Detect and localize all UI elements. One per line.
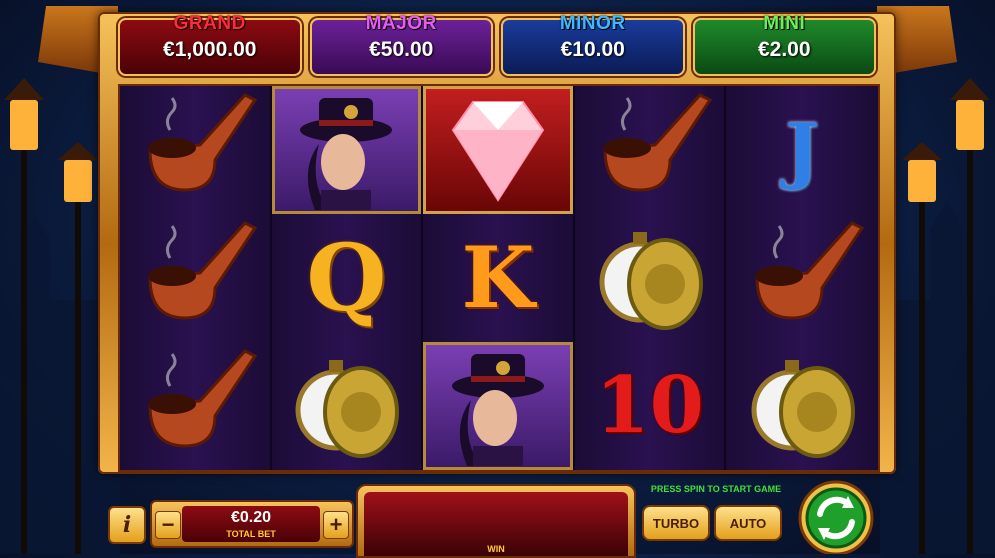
jackpot-major: MAJOR €50.00 bbox=[309, 13, 493, 76]
lady-icon bbox=[300, 98, 393, 210]
jackpot-minor: MINOR €10.00 bbox=[501, 13, 685, 76]
pipe-icon bbox=[147, 93, 257, 192]
symbol-pipe bbox=[575, 86, 725, 214]
jackpot-minor-value: €10.00 bbox=[560, 38, 625, 61]
pipe-icon bbox=[755, 221, 865, 320]
jackpot-grand-title: GRAND bbox=[173, 13, 246, 34]
symbol-j: J bbox=[726, 86, 878, 214]
symbol-ten: 10 bbox=[575, 342, 725, 470]
letter-ten: 10 bbox=[595, 360, 704, 451]
reel-3: K bbox=[423, 86, 575, 470]
pipe-icon bbox=[147, 349, 257, 448]
reel-1 bbox=[120, 86, 272, 470]
pipe-icon bbox=[602, 93, 712, 192]
jackpot-major-title: MAJOR bbox=[365, 13, 437, 34]
total-bet-label: TOTAL BET bbox=[226, 529, 276, 539]
pocket-watch-icon bbox=[295, 360, 400, 458]
jackpot-mini: MINI €2.00 bbox=[692, 13, 876, 76]
symbol-pocket-watch bbox=[726, 342, 878, 470]
jackpot-major-value: €50.00 bbox=[369, 38, 434, 61]
symbol-pipe bbox=[120, 86, 270, 214]
jackpot-grand: GRAND €1,000.00 bbox=[118, 13, 302, 76]
symbol-pipe bbox=[120, 342, 270, 470]
jackpot-mini-title: MINI bbox=[763, 13, 806, 34]
letter-q: Q bbox=[306, 224, 387, 332]
jackpot-grand-value: €1,000.00 bbox=[163, 38, 257, 61]
lady-icon bbox=[451, 354, 544, 466]
info-button[interactable]: i bbox=[108, 506, 146, 544]
bet-panel: − €0.20 TOTAL BET + bbox=[150, 500, 354, 548]
jackpot-bar: GRAND €1,000.00 MAJOR €50.00 MINOR €10.0… bbox=[118, 13, 876, 76]
jackpot-mini-value: €2.00 bbox=[757, 38, 811, 61]
autoplay-button[interactable]: AUTO bbox=[714, 505, 782, 541]
win-display: WIN bbox=[364, 492, 628, 556]
pipe-icon bbox=[147, 221, 257, 320]
jackpot-minor-title: MINOR bbox=[559, 13, 626, 34]
decrease-bet-button[interactable]: − bbox=[155, 511, 181, 539]
win-label: WIN bbox=[487, 544, 505, 554]
letter-j: J bbox=[785, 107, 820, 192]
turbo-button[interactable]: TURBO bbox=[642, 505, 710, 541]
pocket-watch-icon bbox=[751, 360, 856, 458]
diamond-icon bbox=[451, 101, 545, 202]
symbol-q: Q bbox=[272, 214, 422, 342]
symbol-diamond bbox=[423, 86, 573, 214]
spin-hint: PRESS SPIN TO START GAME bbox=[650, 484, 782, 494]
win-panel: WIN bbox=[356, 484, 636, 558]
symbol-lady bbox=[271, 86, 422, 214]
increase-bet-button[interactable]: + bbox=[323, 511, 349, 539]
symbol-lady bbox=[423, 342, 573, 470]
total-bet-value: €0.20 bbox=[230, 509, 272, 526]
reel-grid: Q K 10 J bbox=[118, 84, 880, 472]
total-bet-display: €0.20 TOTAL BET bbox=[182, 506, 320, 542]
letter-k: K bbox=[461, 228, 535, 327]
symbol-pipe bbox=[726, 214, 878, 342]
symbol-pipe bbox=[120, 214, 270, 342]
reel-4: 10 bbox=[574, 86, 727, 470]
pocket-watch-icon bbox=[599, 232, 703, 330]
spin-button[interactable] bbox=[790, 474, 882, 554]
symbol-pocket-watch bbox=[575, 214, 725, 342]
symbol-pocket-watch bbox=[272, 342, 422, 470]
reel-5: J bbox=[726, 86, 878, 470]
reel-2: Q bbox=[271, 86, 424, 470]
symbol-k: K bbox=[423, 214, 573, 342]
